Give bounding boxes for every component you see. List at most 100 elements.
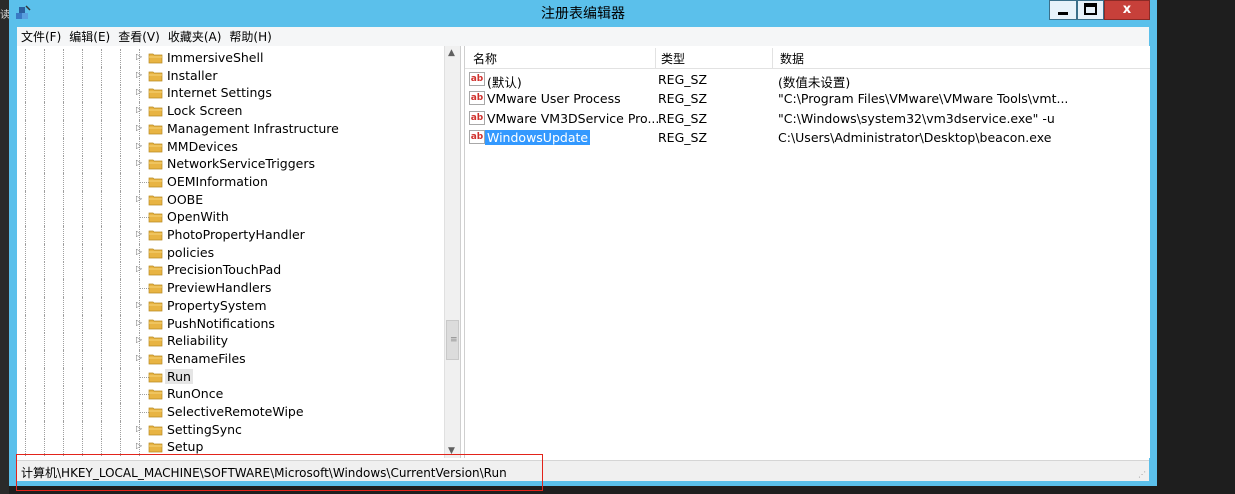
string-value-icon: ab bbox=[469, 129, 485, 144]
expand-arrow-icon[interactable]: ▷ bbox=[136, 353, 144, 363]
menu-help[interactable]: 帮助(H) bbox=[225, 27, 275, 46]
expand-arrow-icon[interactable]: ▷ bbox=[136, 70, 144, 80]
tree-item[interactable]: ▷ PushNotifications bbox=[17, 314, 447, 333]
expand-arrow-icon[interactable]: ▷ bbox=[136, 229, 144, 239]
tree-item[interactable]: ▷ Management Infrastructure bbox=[17, 119, 447, 138]
tree-guide-line bbox=[101, 155, 102, 174]
tree-item[interactable]: ▷ PropertySystem bbox=[17, 296, 447, 315]
tree-guide-line bbox=[63, 155, 64, 174]
expand-arrow-icon[interactable]: ▷ bbox=[136, 424, 144, 434]
tree-item[interactable]: ▷ RenameFiles bbox=[17, 349, 447, 368]
value-row[interactable]: ab VMware VM3DService Pro... REG_SZ "C:\Win… bbox=[465, 109, 1150, 128]
tree-item[interactable]: ▷ Internet Settings bbox=[17, 84, 447, 103]
value-row[interactable]: ab VMware User Process REG_SZ "C:\Program F… bbox=[465, 89, 1150, 108]
tree-guide-line bbox=[120, 420, 121, 439]
tree-guide-line bbox=[120, 314, 121, 333]
folder-icon bbox=[148, 248, 163, 259]
tree-item-label: Internet Settings bbox=[167, 85, 272, 101]
scroll-thumb[interactable]: ≡ bbox=[446, 320, 459, 360]
tree-item[interactable]: ▷ PhotoPropertyHandler bbox=[17, 226, 447, 244]
value-row[interactable]: ab (默认) REG_SZ (数值未设置) bbox=[465, 70, 1150, 90]
menu-favorites[interactable]: 收藏夹(A) bbox=[164, 27, 226, 46]
tree-item[interactable]: ▷ Lock Screen bbox=[17, 102, 447, 121]
resize-grip-icon[interactable]: ⋰ bbox=[1138, 470, 1146, 479]
string-value-icon: ab bbox=[469, 110, 485, 125]
expand-arrow-icon[interactable]: ▷ bbox=[136, 441, 144, 451]
tree-guide-line bbox=[82, 208, 83, 227]
tree-item[interactable]: ▷ SettingSync bbox=[17, 420, 447, 439]
tree-guide-line bbox=[44, 190, 45, 209]
tree-item[interactable]: OEMInformation bbox=[17, 172, 447, 191]
scroll-up-icon[interactable]: ▲ bbox=[448, 48, 455, 58]
tree-guide-line bbox=[101, 420, 102, 439]
tree-guide-line bbox=[101, 119, 102, 138]
tree-item[interactable]: SelectiveRemoteWipe bbox=[17, 403, 447, 421]
expand-arrow-icon[interactable]: ▷ bbox=[136, 123, 144, 133]
tree-item[interactable]: ▷ NetworkServiceTriggers bbox=[17, 155, 447, 174]
column-header-name[interactable]: 名称 bbox=[473, 50, 497, 67]
expand-arrow-icon[interactable]: ▷ bbox=[136, 318, 144, 328]
tree-guide-line bbox=[82, 261, 83, 280]
key-tree-pane[interactable]: ▷ ImmersiveShell ▷ Installer ▷ Internet Setti… bbox=[17, 46, 461, 458]
tree-item[interactable]: ▷ PrecisionTouchPad bbox=[17, 261, 447, 280]
tree-guide-line bbox=[82, 190, 83, 209]
maximize-button[interactable] bbox=[1077, 0, 1104, 20]
tree-scrollbar[interactable]: ▲ ≡ ▼ bbox=[444, 46, 460, 458]
tree-guide-line bbox=[101, 279, 102, 298]
column-header-type[interactable]: 类型 bbox=[661, 50, 685, 67]
tree-guide-line bbox=[44, 403, 45, 421]
value-type: REG_SZ bbox=[658, 72, 708, 87]
tree-guide-line bbox=[25, 66, 26, 85]
expand-arrow-icon[interactable]: ▷ bbox=[136, 247, 144, 257]
tree-item[interactable]: PreviewHandlers bbox=[17, 279, 447, 298]
title-bar[interactable]: 注册表编辑器 x bbox=[9, 0, 1157, 27]
tree-guide-line bbox=[44, 84, 45, 103]
tree-guide-line bbox=[101, 84, 102, 103]
value-data: C:\Users\Administrator\Desktop\beacon.ex… bbox=[778, 129, 1052, 145]
tree-guide-line bbox=[120, 208, 121, 227]
tree-item-label: OEMInformation bbox=[167, 173, 268, 189]
expand-arrow-icon[interactable]: ▷ bbox=[136, 52, 144, 62]
tree-guide-line bbox=[25, 332, 26, 351]
close-button[interactable]: x bbox=[1104, 0, 1150, 20]
column-divider[interactable] bbox=[772, 48, 773, 68]
tree-item[interactable]: ▷ Installer bbox=[17, 66, 447, 85]
tree-guide-line bbox=[25, 119, 26, 138]
tree-item[interactable]: ▷ MMDevices bbox=[17, 137, 447, 156]
desktop-edge: 读 bbox=[0, 0, 9, 494]
tree-guide-line bbox=[120, 279, 121, 298]
tree-item[interactable]: RunOnce bbox=[17, 385, 447, 404]
column-header-data[interactable]: 数据 bbox=[780, 50, 804, 67]
minimize-button[interactable] bbox=[1049, 0, 1077, 20]
tree-item[interactable]: ▷ policies bbox=[17, 243, 447, 262]
tree-guide-line bbox=[63, 84, 64, 103]
tree-item[interactable]: ▷ Reliability bbox=[17, 332, 447, 351]
expand-arrow-icon[interactable]: ▷ bbox=[136, 300, 144, 310]
tree-guide-line bbox=[82, 296, 83, 315]
expand-arrow-icon[interactable]: ▷ bbox=[136, 194, 144, 204]
folder-icon bbox=[148, 177, 163, 188]
values-list-pane[interactable]: 名称 类型 数据 ab (默认) REG_SZ (数值未设置) ab VMware Use… bbox=[464, 46, 1150, 458]
tree-guide-line bbox=[82, 119, 83, 138]
value-row[interactable]: ab WindowsUpdate REG_SZ C:\Users\Administra… bbox=[465, 128, 1150, 147]
expand-arrow-icon[interactable]: ▷ bbox=[136, 87, 144, 97]
tree-guide-line bbox=[63, 119, 64, 138]
tree-item-label: Management Infrastructure bbox=[167, 120, 339, 136]
tree-item[interactable]: OpenWith bbox=[17, 208, 447, 227]
menu-file[interactable]: 文件(F) bbox=[17, 27, 65, 46]
expand-arrow-icon[interactable]: ▷ bbox=[136, 264, 144, 274]
expand-arrow-icon[interactable]: ▷ bbox=[136, 141, 144, 151]
value-name: (默认) bbox=[487, 75, 522, 90]
tree-guide-line bbox=[101, 243, 102, 262]
column-divider[interactable] bbox=[655, 48, 656, 68]
menu-edit[interactable]: 编辑(E) bbox=[65, 27, 114, 46]
tree-item-label: PropertySystem bbox=[167, 297, 267, 313]
tree-item[interactable]: ▷ OOBE bbox=[17, 190, 447, 209]
tree-guide-line bbox=[82, 385, 83, 404]
expand-arrow-icon[interactable]: ▷ bbox=[136, 158, 144, 168]
expand-arrow-icon[interactable]: ▷ bbox=[136, 335, 144, 345]
tree-item[interactable]: ▷ ImmersiveShell bbox=[17, 49, 447, 67]
menu-view[interactable]: 查看(V) bbox=[114, 27, 164, 46]
tree-item[interactable]: Run bbox=[17, 367, 447, 386]
expand-arrow-icon[interactable]: ▷ bbox=[136, 105, 144, 115]
